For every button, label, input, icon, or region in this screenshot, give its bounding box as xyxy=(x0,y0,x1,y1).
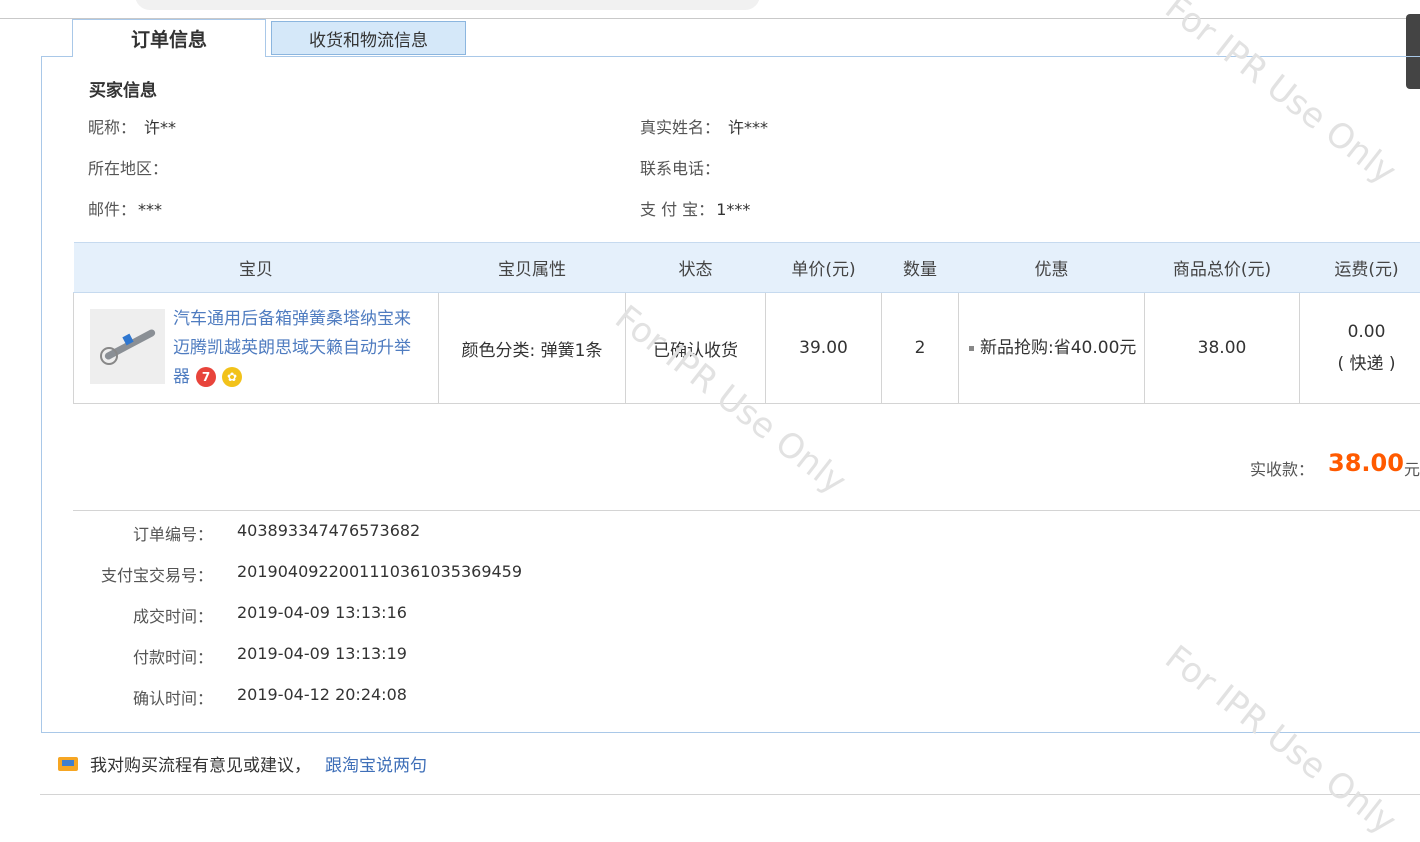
item-attribute: 颜色分类: 弹簧1条 xyxy=(439,293,626,404)
region-label: 所在地区： xyxy=(88,159,168,178)
buyer-nickname: 昵称： 许** xyxy=(88,114,176,138)
feedback-text: 我对购买流程有意见或建议， xyxy=(90,751,311,776)
product-thumbnail[interactable] xyxy=(90,309,165,384)
tab-order-info[interactable]: 订单信息 xyxy=(72,19,266,57)
order-no-label: 订单编号： xyxy=(73,521,213,545)
item-discount: 新品抢购:省40.00元 xyxy=(980,338,1136,358)
deal-time-value: 2019-04-09 13:13:16 xyxy=(237,603,407,622)
realname-value: 许*** xyxy=(728,118,768,137)
alipay-label: 支 付 宝： xyxy=(640,200,714,219)
pay-time-label: 付款时间： xyxy=(73,644,213,668)
alipay-value: 1*** xyxy=(716,200,750,219)
col-header-attribute: 宝贝属性 xyxy=(439,243,626,293)
buyer-realname: 真实姓名： 许*** xyxy=(640,114,768,138)
paid-label: 实收款： xyxy=(1250,456,1314,480)
guarantee-icon[interactable]: ✿ xyxy=(222,367,242,387)
nickname-value: 许** xyxy=(144,118,176,137)
shipping-method: ( 快递 ) xyxy=(1301,348,1420,380)
item-unit-price: 39.00 xyxy=(766,293,882,404)
item-discount-cell: 新品抢购:省40.00元 xyxy=(959,293,1145,404)
order-items-table: 宝贝 宝贝属性 状态 单价(元) 数量 优惠 商品总价(元) 运费(元) 汽车通… xyxy=(73,242,1420,404)
col-header-unit-price: 单价(元) xyxy=(766,243,882,293)
pay-time-value: 2019-04-09 13:13:19 xyxy=(237,644,407,663)
order-no-value: 403893347476573682 xyxy=(237,521,420,540)
deal-time-label: 成交时间： xyxy=(73,603,213,627)
paid-unit: 元 xyxy=(1404,456,1420,480)
col-header-discount: 优惠 xyxy=(959,243,1145,293)
col-header-shipping: 运费(元) xyxy=(1300,243,1420,293)
buyer-alipay: 支 付 宝：1*** xyxy=(640,196,750,220)
item-status: 已确认收货 xyxy=(626,293,766,404)
shipping-fee: 0.00 xyxy=(1301,316,1420,348)
phone-label: 联系电话： xyxy=(640,159,720,178)
buyer-info-title: 买家信息 xyxy=(89,76,157,101)
feedback-row: 我对购买流程有意见或建议， 跟淘宝说两句 xyxy=(58,751,427,776)
confirm-time-value: 2019-04-12 20:24:08 xyxy=(237,685,407,704)
buyer-email: 邮件：*** xyxy=(88,196,162,220)
bullet-icon xyxy=(969,346,974,351)
confirm-time-label: 确认时间： xyxy=(73,685,213,709)
item-shipping-cell: 0.00 ( 快递 ) xyxy=(1300,293,1420,404)
feedback-icon xyxy=(58,754,80,774)
col-header-status: 状态 xyxy=(626,243,766,293)
alipay-tx-value: 2019040922001110361035369459 xyxy=(237,562,522,581)
email-label: 邮件： xyxy=(88,200,136,219)
bottom-divider xyxy=(40,794,1420,795)
paid-amount: 38.00 xyxy=(1328,449,1404,477)
col-header-quantity: 数量 xyxy=(882,243,959,293)
buyer-region: 所在地区： xyxy=(88,155,176,179)
col-header-total: 商品总价(元) xyxy=(1145,243,1300,293)
table-header-row: 宝贝 宝贝属性 状态 单价(元) 数量 优惠 商品总价(元) 运费(元) xyxy=(74,243,1420,293)
realname-label: 真实姓名： xyxy=(640,118,720,137)
col-header-item: 宝贝 xyxy=(74,243,439,293)
feedback-link[interactable]: 跟淘宝说两句 xyxy=(325,751,427,776)
top-search-bar[interactable] xyxy=(135,0,760,10)
email-value: *** xyxy=(138,200,162,219)
table-row: 汽车通用后备箱弹簧桑塔纳宝来迈腾凯越英朗思域天籁自动升举器7✿ 颜色分类: 弹簧… xyxy=(74,293,1420,404)
seven-day-return-icon[interactable]: 7 xyxy=(196,367,216,387)
item-total: 38.00 xyxy=(1145,293,1300,404)
tab-shipping-info[interactable]: 收货和物流信息 xyxy=(271,21,466,55)
section-divider xyxy=(73,510,1420,511)
buyer-phone: 联系电话： xyxy=(640,155,728,179)
item-quantity: 2 xyxy=(882,293,959,404)
nickname-label: 昵称： xyxy=(88,118,136,137)
item-cell: 汽车通用后备箱弹簧桑塔纳宝来迈腾凯越英朗思域天籁自动升举器7✿ xyxy=(74,293,439,404)
alipay-tx-label: 支付宝交易号： xyxy=(73,562,213,586)
